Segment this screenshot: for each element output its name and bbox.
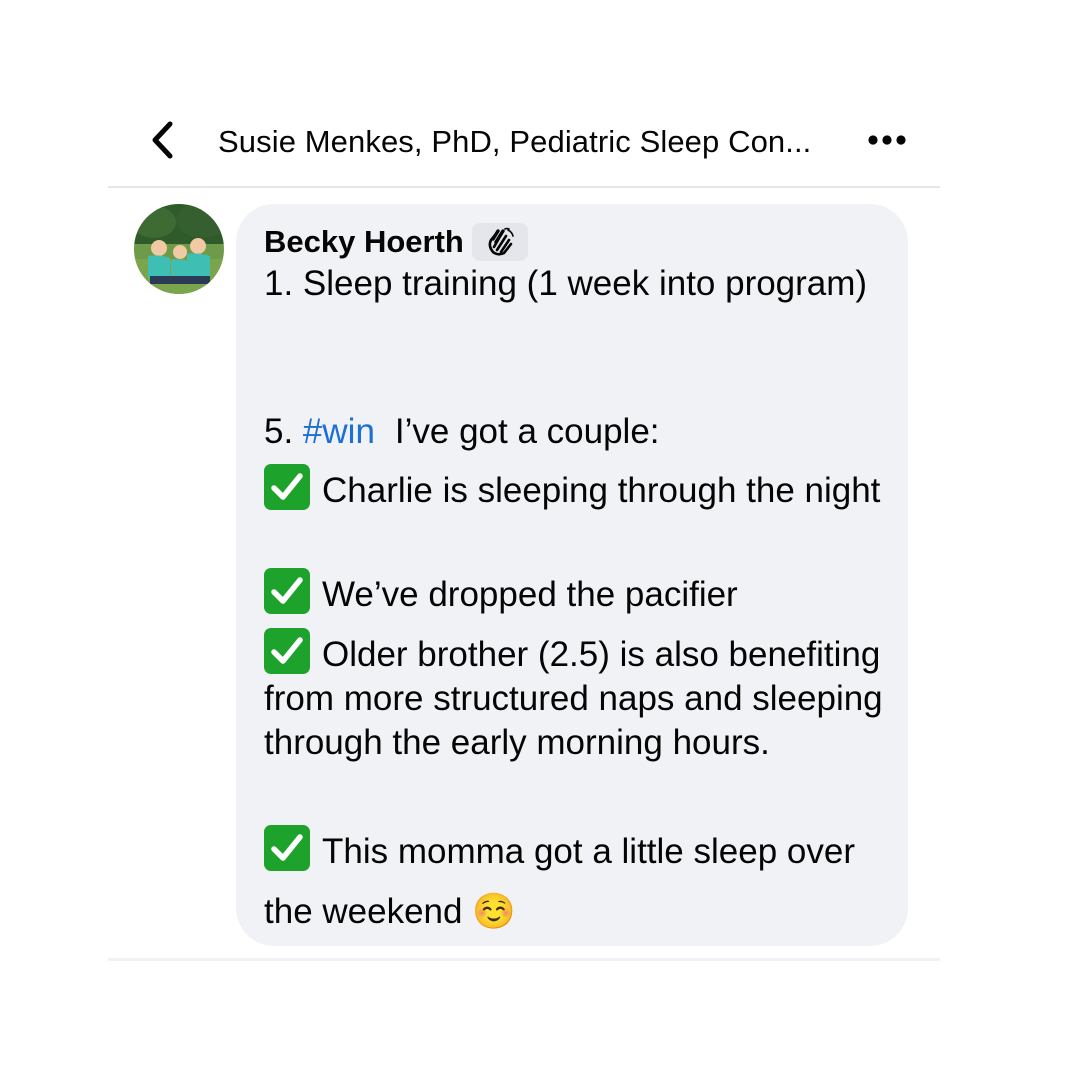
waving-hand-icon[interactable] <box>471 223 528 261</box>
top-bar: Susie Menkes, PhD, Pediatric Sleep Con..… <box>108 100 940 188</box>
list-item: Charlie is sleeping through the night <box>264 464 884 513</box>
author-row: Becky Hoerth <box>264 222 528 262</box>
more-options-button[interactable] <box>860 120 914 160</box>
comment-thread: Becky Hoerth 1. Sleep training (1 week i… <box>108 188 940 961</box>
check-mark-box-icon <box>264 464 310 510</box>
list-item: This momma got a little sleep over the w… <box>264 822 884 942</box>
win-suffix: I’ve got a couple: <box>394 412 660 451</box>
hashtag-win-link[interactable]: #win <box>303 412 375 451</box>
win-prefix: 5. <box>264 412 303 451</box>
check-mark-box-icon <box>264 568 310 614</box>
item-text: Charlie is sleeping through the night <box>322 471 881 510</box>
smiling-face-icon: ☺️ <box>472 892 516 931</box>
check-mark-box-icon <box>264 628 310 674</box>
item-text: We’ve dropped the pacifier <box>322 575 738 614</box>
check-mark-box-icon <box>264 825 310 871</box>
item-text: Older brother (2.5) is also benefiting f… <box>264 635 883 762</box>
comment-win-line: 5. #win I’ve got a couple: <box>264 410 884 454</box>
avatar-photo <box>134 204 224 294</box>
list-item: We’ve dropped the pacifier <box>264 568 884 617</box>
comment-bubble: Becky Hoerth 1. Sleep training (1 week i… <box>236 204 908 946</box>
avatar[interactable] <box>134 204 224 294</box>
comment-screen: Susie Menkes, PhD, Pediatric Sleep Con..… <box>0 0 1080 1080</box>
author-name[interactable]: Becky Hoerth <box>264 222 464 262</box>
back-button[interactable] <box>142 118 182 162</box>
page-title: Susie Menkes, PhD, Pediatric Sleep Con..… <box>218 124 812 159</box>
comment-line-1: 1. Sleep training (1 week into program) <box>264 264 868 303</box>
list-item: Older brother (2.5) is also benefiting f… <box>264 628 884 765</box>
more-horizontal-icon <box>868 135 906 145</box>
chevron-left-icon <box>152 121 173 159</box>
item-text: This momma got a little sleep over the w… <box>264 832 855 931</box>
